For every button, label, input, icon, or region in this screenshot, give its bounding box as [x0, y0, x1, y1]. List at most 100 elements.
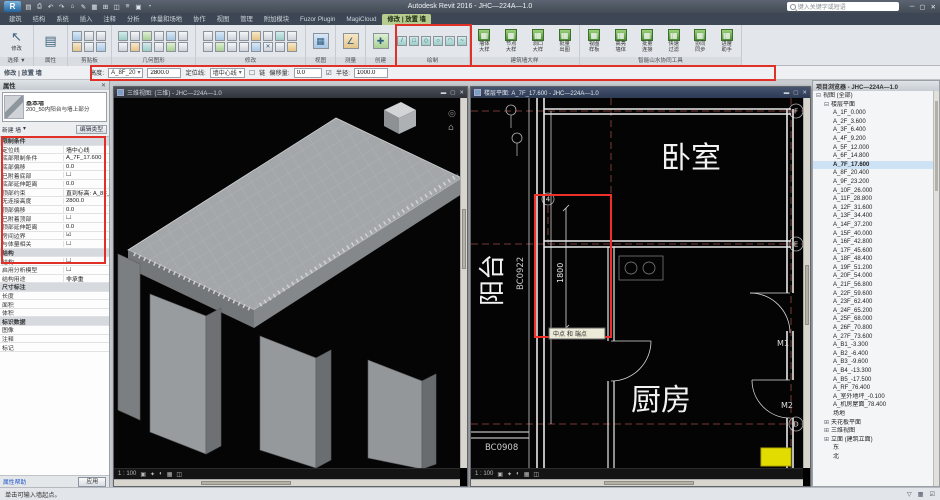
cut-icon[interactable] — [84, 31, 94, 41]
clipboard-icon[interactable] — [96, 42, 106, 52]
move-icon[interactable] — [239, 31, 249, 41]
floor-plan-item[interactable]: A_6F_14.800 — [813, 152, 939, 161]
qat-icon[interactable]: ◫ — [112, 3, 121, 11]
draw-tool-icon[interactable]: ◇ — [421, 36, 431, 46]
paint-icon[interactable] — [142, 31, 152, 41]
floor-plan-item[interactable]: A_RF_76.400 — [813, 384, 939, 393]
crop-view-icon[interactable]: ▦ — [524, 471, 530, 478]
ribbon-tab[interactable]: 附加模块 — [259, 14, 294, 25]
3d-canvas[interactable]: ◎ ⌂ — [114, 98, 460, 468]
visual-style-icon[interactable]: ▣ — [140, 471, 146, 478]
copy-element-icon[interactable] — [251, 31, 261, 41]
array-icon[interactable] — [215, 42, 225, 52]
floor-plan-item[interactable]: A_20F_54.000 — [813, 272, 939, 281]
pin-icon[interactable] — [239, 42, 249, 52]
ribbon-tab[interactable]: MagiCloud — [341, 14, 381, 25]
qat-icon[interactable]: ✎ — [79, 3, 88, 11]
floor-plan-item[interactable]: A_7F_17.600 — [813, 161, 939, 170]
rotate-icon[interactable] — [263, 31, 273, 41]
trim-corner-icon[interactable] — [287, 42, 297, 52]
ribbon-tab[interactable]: 分析 — [122, 14, 145, 25]
plugin-button[interactable]: ▦ 洞口 大样 — [526, 29, 551, 53]
radius-checkbox[interactable]: ☑ — [326, 69, 332, 77]
qat-icon[interactable]: ⊞ — [101, 3, 110, 11]
minimize-button[interactable]: ─ — [910, 3, 915, 11]
window-close-icon[interactable]: ✕ — [459, 90, 464, 96]
qat-icon[interactable]: ◔ — [145, 3, 154, 11]
chevron-down-icon[interactable]: ▾ — [23, 126, 26, 132]
floor-plan-item[interactable]: A_2F_3.600 — [813, 118, 939, 127]
merge-icon[interactable] — [154, 42, 164, 52]
app-menu-button[interactable]: R — [4, 1, 21, 12]
paste-aligned-icon[interactable] — [84, 42, 94, 52]
floor-plan-item[interactable]: A_1F_0.000 — [813, 109, 939, 118]
qat-icon[interactable]: ⌂ — [68, 3, 77, 11]
tree-group[interactable]: ⊞天花板平面 — [813, 419, 939, 428]
ribbon-tab[interactable]: 结构 — [28, 14, 51, 25]
ribbon-tab[interactable]: 系统 — [51, 14, 74, 25]
type-selector[interactable]: 基本墙 200_50内阳台与墙上部分 — [2, 92, 107, 122]
plugin-button[interactable]: ▦ 批量 连接 — [635, 29, 660, 53]
floor-plan-item[interactable]: A_15F_40.000 — [813, 230, 939, 239]
tree-group[interactable]: ⊞立面 (建筑立面) — [813, 436, 939, 445]
split-face-icon[interactable] — [118, 42, 128, 52]
expand-icon[interactable]: ⊞ — [824, 427, 831, 436]
window-minimize-icon[interactable]: ▬ — [441, 90, 447, 96]
offset-copy-icon[interactable] — [275, 42, 285, 52]
unpin-icon[interactable] — [251, 42, 261, 52]
floor-plan-item[interactable]: A_14F_37.200 — [813, 221, 939, 230]
plugin-button[interactable]: ▦ 进度 助手 — [715, 29, 740, 53]
reveal-hidden-icon[interactable]: ◫ — [533, 471, 539, 478]
sun-icon[interactable]: ✦ — [150, 471, 155, 478]
browser-scrollbar[interactable] — [933, 91, 939, 486]
trim-icon[interactable] — [275, 31, 285, 41]
delete-icon[interactable]: ✕ — [263, 42, 273, 52]
chain-checkbox[interactable]: ☐ — [249, 69, 255, 77]
offset-input[interactable] — [294, 68, 322, 78]
cut-geometry-icon[interactable] — [118, 31, 128, 41]
floor-plan-item[interactable]: A_16F_42.800 — [813, 238, 939, 247]
horizontal-scrollbar[interactable] — [114, 479, 460, 486]
select-toggle-icon[interactable]: ☑ — [929, 491, 935, 498]
plugin-button[interactable]: ▦ 节点 大样 — [499, 29, 524, 53]
plugin-button[interactable]: ▦ 快速 过滤 — [662, 29, 687, 53]
selected-element[interactable] — [761, 448, 791, 466]
floor-plan-item[interactable]: 场地 — [813, 410, 939, 419]
floor-plan-item[interactable]: A_21F_56.800 — [813, 281, 939, 290]
ribbon-tab[interactable]: 修改 | 放置 墙 — [382, 14, 431, 25]
collapse-icon[interactable]: ⊟ — [816, 92, 823, 101]
window-minimize-icon[interactable]: ▬ — [784, 90, 790, 96]
plugin-button[interactable]: ▦ 高亮 墙体 — [609, 29, 634, 53]
elevation-item[interactable]: 北 — [813, 453, 939, 462]
draw-tool-icon[interactable]: / — [397, 36, 407, 46]
floor-plan-item[interactable]: A_22F_59.600 — [813, 290, 939, 299]
window-tag-bc0922[interactable]: BC0922 — [516, 257, 526, 290]
reveal-hidden-icon[interactable]: ◫ — [176, 471, 182, 478]
location-line-dropdown[interactable]: 墙中心线 ▾ — [210, 68, 245, 78]
draw-tool-icon[interactable]: ◠ — [445, 36, 455, 46]
modify-button[interactable]: ↖ 修改 — [11, 30, 22, 52]
expand-icon[interactable]: ⊞ — [824, 436, 831, 445]
qat-icon[interactable]: ⎙ — [35, 3, 44, 11]
plugin-button[interactable]: ▦ 视图 样板 — [582, 29, 607, 53]
floor-plan-item[interactable]: A_13F_34.400 — [813, 212, 939, 221]
floor-plan-item[interactable]: A_室外地坪_-0.100 — [813, 393, 939, 402]
qat-icon[interactable]: ▣ — [134, 3, 143, 11]
shadows-icon[interactable]: ◐ — [159, 471, 163, 477]
shadows-icon[interactable]: ◐ — [516, 471, 520, 477]
floor-plan-item[interactable]: A_23F_62.400 — [813, 298, 939, 307]
vertical-scrollbar[interactable] — [803, 98, 810, 468]
ribbon-tab[interactable]: 协作 — [188, 14, 211, 25]
ribbon-tab[interactable]: 视图 — [212, 14, 235, 25]
ribbon-tab[interactable]: 管理 — [235, 14, 258, 25]
door-tag-m1[interactable]: M1 — [777, 339, 789, 348]
qat-icon[interactable]: ↶ — [46, 3, 55, 11]
floor-plan-item[interactable]: A_17F_45.600 — [813, 247, 939, 256]
match-type-icon[interactable] — [72, 42, 82, 52]
floor-plan-item[interactable]: A_19F_51.200 — [813, 264, 939, 273]
floor-plan-item[interactable]: A_8F_20.400 — [813, 169, 939, 178]
scale-icon[interactable] — [227, 42, 237, 52]
scale-control[interactable]: 1 : 100 — [475, 471, 493, 477]
floor-plan-item[interactable]: A_机房屋面_78.400 — [813, 401, 939, 410]
copy-icon[interactable] — [96, 31, 106, 41]
